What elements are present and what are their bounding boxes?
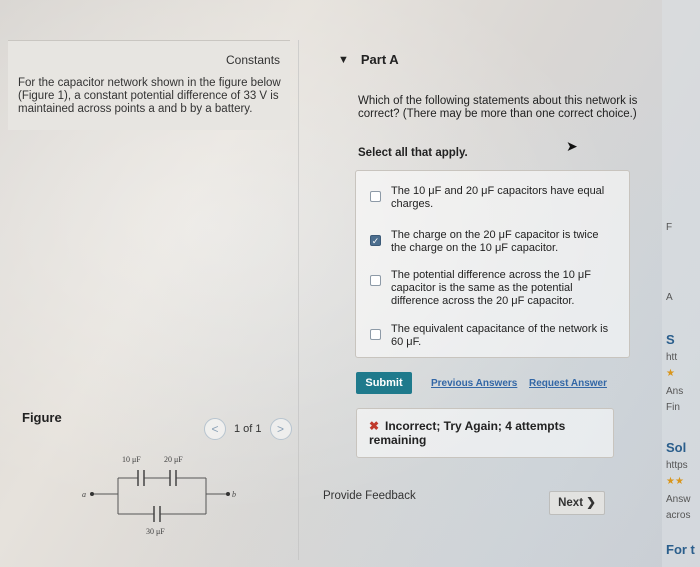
option-2[interactable]: ✓ The charge on the 20 μF capacitor is t… xyxy=(370,229,611,255)
answer-options: The 10 μF and 20 μF capacitors have equa… xyxy=(355,170,630,358)
request-answer-link[interactable]: Request Answer xyxy=(529,378,607,389)
option-2-checkbox[interactable]: ✓ xyxy=(370,235,381,246)
problem-statement: For the capacitor network shown in the f… xyxy=(18,77,281,115)
option-1-checkbox[interactable] xyxy=(370,191,381,202)
option-4-text: The equivalent capacitance of the networ… xyxy=(391,323,609,348)
edge-star-1: ★ xyxy=(666,368,675,379)
edge-text-11[interactable]: For t xyxy=(666,542,695,557)
option-1[interactable]: The 10 μF and 20 μF capacitors have equa… xyxy=(370,185,611,211)
prev-figure-button[interactable]: < xyxy=(204,418,226,440)
option-2-text: The charge on the 20 μF capacitor is twi… xyxy=(391,229,599,254)
edge-text-5: Ans xyxy=(666,386,684,397)
option-3-text: The potential difference across the 10 μ… xyxy=(391,269,591,307)
part-a-header[interactable]: ▼ Part A xyxy=(338,52,399,67)
constants-tab[interactable]: Constants xyxy=(226,53,280,67)
figure-header: Figure xyxy=(22,410,62,425)
node-b-label: b xyxy=(232,490,236,499)
capacitor-circuit-diagram: 10 μF 20 μF 30 μF a b xyxy=(82,455,236,536)
edge-star-2: ★★ xyxy=(666,476,684,487)
option-4[interactable]: The equivalent capacitance of the networ… xyxy=(370,323,611,349)
part-a-title: Part A xyxy=(360,52,399,67)
edge-text-10: acros xyxy=(666,510,691,521)
node-a-label: a xyxy=(82,490,86,499)
edge-text-8[interactable]: https xyxy=(666,460,688,471)
feedback-message: Incorrect; Try Again; 4 attempts remaini… xyxy=(369,419,566,447)
feedback-box: ✖ Incorrect; Try Again; 4 attempts remai… xyxy=(356,408,614,458)
option-3[interactable]: The potential difference across the 10 μ… xyxy=(370,269,611,308)
next-figure-button[interactable]: > xyxy=(269,418,292,440)
option-4-checkbox[interactable] xyxy=(370,329,381,340)
edge-text-3[interactable]: S xyxy=(666,332,675,347)
mouse-cursor-icon: ➤ xyxy=(566,138,578,154)
cap-20uF-label: 20 μF xyxy=(164,455,183,464)
edge-text-4[interactable]: htt xyxy=(666,352,677,363)
previous-answers-link[interactable]: Previous Answers xyxy=(431,378,517,389)
browser-screen: Constants For the capacitor network show… xyxy=(0,0,700,567)
terminal-a xyxy=(90,492,94,496)
provide-feedback-link[interactable]: Provide Feedback xyxy=(323,490,416,502)
cap-10uF-label: 10 μF xyxy=(122,455,141,464)
question-text: Which of the following statements about … xyxy=(358,95,638,120)
edge-text-6: Fin xyxy=(666,402,680,413)
edge-text-2: A xyxy=(666,292,673,303)
instruction-text: Select all that apply. xyxy=(358,147,468,159)
option-3-checkbox[interactable] xyxy=(370,275,381,286)
edge-text-9: Answ xyxy=(666,494,691,505)
cap-30uF-label: 30 μF xyxy=(146,527,165,536)
submit-button[interactable]: Submit xyxy=(356,372,412,394)
option-1-text: The 10 μF and 20 μF capacitors have equa… xyxy=(391,185,605,210)
figure-count: 1 of 1 xyxy=(234,423,262,435)
collapse-caret-icon[interactable]: ▼ xyxy=(338,54,349,66)
problem-panel: Constants For the capacitor network show… xyxy=(8,40,290,130)
column-divider xyxy=(298,40,299,560)
terminal-b xyxy=(226,492,230,496)
figure-pager: < 1 of 1 > xyxy=(204,418,292,440)
edge-text-7[interactable]: Sol xyxy=(666,440,686,455)
capacitor-figure[interactable]: 10 μF 20 μF 30 μF a b xyxy=(78,448,248,548)
edge-text-1: F xyxy=(666,222,673,233)
next-button[interactable]: Next ❯ xyxy=(549,491,605,515)
